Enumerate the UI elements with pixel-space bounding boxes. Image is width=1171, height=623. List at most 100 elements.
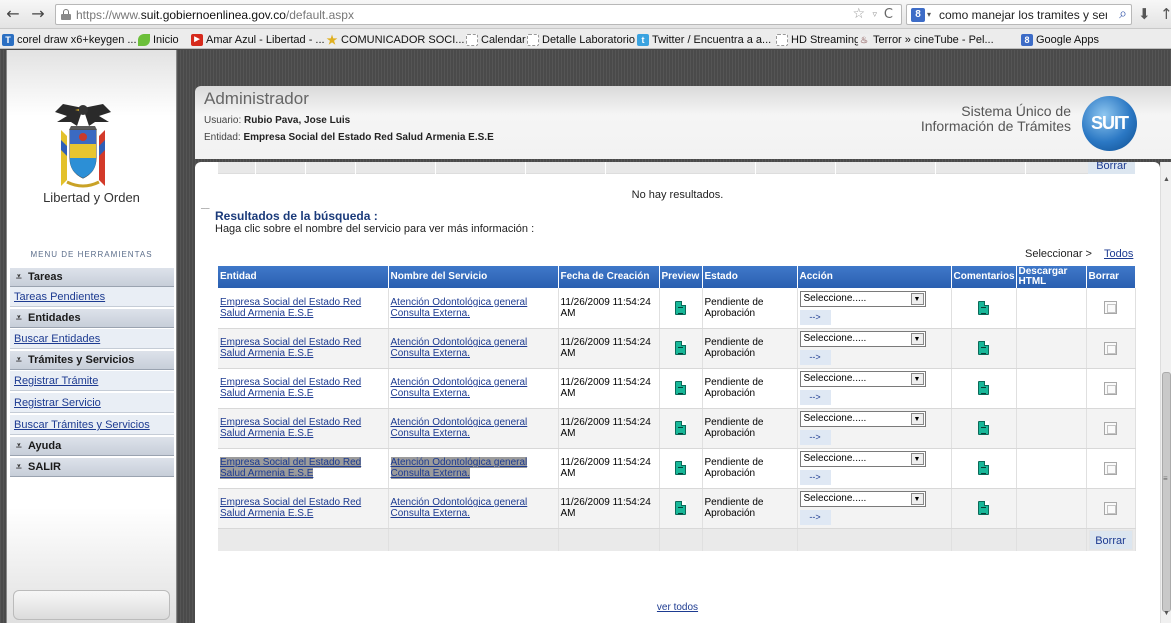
preview-document-icon[interactable] (675, 300, 686, 315)
go-button[interactable]: --> (799, 350, 831, 365)
preview-document-icon[interactable] (675, 421, 686, 435)
go-button[interactable]: --> (799, 430, 831, 445)
entidad-link[interactable]: Empresa Social del Estado Red Salud Arme… (220, 417, 361, 439)
column-header-estado[interactable]: Estado (702, 266, 798, 288)
bookmark-item[interactable]: 8 Google Apps (1021, 32, 1099, 47)
entidad-cell: Empresa Social del Estado Red Salud Arme… (218, 328, 389, 369)
bookmark-item[interactable]: Detalle Laboratorio (527, 32, 635, 47)
dropdown-arrow-icon[interactable]: ▼ (910, 292, 924, 305)
delete-checkbox-icon[interactable] (1104, 461, 1117, 475)
servicio-link[interactable]: Atención Odontológica general Consulta E… (391, 377, 528, 399)
forward-button[interactable]: → (27, 4, 49, 24)
bookmark-star-icon[interactable]: ☆ (852, 6, 865, 22)
scroll-down-arrow-icon[interactable]: ▼ (1163, 610, 1170, 617)
entidad-link[interactable]: Empresa Social del Estado Red Salud Arme… (220, 377, 361, 399)
go-button[interactable]: --> (799, 470, 831, 485)
go-button[interactable]: --> (799, 510, 831, 525)
scrollbar-thumb[interactable] (1162, 372, 1171, 612)
entidad-link[interactable]: Empresa Social del Estado Red Salud Arme… (220, 497, 361, 519)
preview-document-icon[interactable] (675, 501, 686, 515)
comments-document-icon[interactable] (978, 461, 989, 475)
menu-item-buscar-entidades[interactable]: Buscar Entidades (10, 329, 174, 349)
column-header-servicio[interactable]: Nombre del Servicio (388, 266, 559, 288)
select-all-link[interactable]: Todos (1104, 248, 1133, 260)
bookmark-item[interactable]: HD Streaming (776, 32, 860, 47)
action-select[interactable]: Seleccione..... ▼ (799, 491, 926, 507)
delete-checkbox-icon[interactable] (1104, 421, 1117, 435)
comments-document-icon[interactable] (978, 421, 989, 435)
action-select[interactable]: Seleccione..... ▼ (799, 371, 926, 387)
dropdown-arrow-icon[interactable]: ▼ (910, 333, 924, 345)
servicio-link[interactable]: Atención Odontológica general Consulta E… (391, 417, 528, 439)
action-select[interactable]: Seleccione..... ▼ (799, 411, 926, 427)
go-button[interactable]: --> (799, 390, 831, 405)
menu-section-salir[interactable]: ⩡ SALIR (10, 457, 174, 477)
bookmark-item[interactable]: Inicio (138, 32, 179, 47)
servicio-link[interactable]: Atención Odontológica general Consulta E… (391, 297, 528, 319)
go-button[interactable]: --> (799, 309, 831, 325)
coat-of-arms-icon (55, 104, 111, 188)
bookmark-item[interactable]: Calendar (466, 32, 526, 47)
menu-section-tareas[interactable]: ⩡ Tareas (10, 267, 174, 287)
search-icon[interactable]: ⌕ (1119, 6, 1127, 22)
search-input[interactable]: como manejar los tramites y servic (939, 8, 1107, 22)
arrow-up-icon[interactable]: ↑ (1160, 5, 1171, 23)
bookmark-item[interactable]: ★ COMUNICADOR SOCI... (326, 32, 465, 47)
entidad-link[interactable]: Empresa Social del Estado Red Salud Arme… (220, 337, 361, 359)
action-select[interactable]: Seleccione..... ▼ (799, 331, 926, 347)
search-engine-dropdown-icon[interactable]: ▾ (927, 10, 931, 19)
entidad-link[interactable]: Empresa Social del Estado Red Salud Arme… (220, 457, 362, 479)
delete-button[interactable]: Borrar (1088, 529, 1133, 550)
preview-document-icon[interactable] (675, 461, 686, 475)
url-bar[interactable]: https://www.suit.gobiernoenlinea.gov.co/… (55, 4, 902, 25)
chevron-down-icon: ⩡ (16, 462, 22, 473)
google-icon[interactable]: 8 (911, 8, 925, 22)
delete-checkbox-icon[interactable] (1104, 301, 1117, 315)
entidad-link[interactable]: Empresa Social del Estado Red Salud Arme… (220, 297, 361, 319)
menu-section-entidades[interactable]: ⩡ Entidades (10, 308, 174, 328)
preview-document-icon[interactable] (675, 341, 686, 355)
page-scrollbar[interactable]: ▲ ≡ ▼ (1160, 162, 1171, 623)
bookmark-item[interactable]: ♨ Terror » cineTube - Pel... (858, 32, 994, 47)
comments-document-icon[interactable] (978, 501, 989, 515)
bookmark-item[interactable]: Tcorel draw x6+keygen ... (2, 32, 137, 47)
dropdown-arrow-icon[interactable]: ▼ (910, 413, 924, 425)
delete-checkbox-icon[interactable] (1104, 341, 1117, 355)
action-select[interactable]: Seleccione..... ▼ (799, 290, 926, 307)
reload-icon[interactable]: C (884, 7, 893, 22)
bookmark-item[interactable]: ▶ Amar Azul - Libertad - ... (191, 32, 325, 47)
dropdown-arrow-icon[interactable]: ▼ (910, 453, 924, 465)
dropdown-arrow-icon[interactable]: ▼ (910, 493, 924, 505)
delete-button-top[interactable]: Borrar (1088, 162, 1135, 174)
back-button[interactable]: ← (2, 4, 24, 24)
servicio-link[interactable]: Atención Odontológica general Consulta E… (391, 337, 528, 359)
action-select-value: Seleccione..... (803, 493, 867, 504)
delete-checkbox-icon[interactable] (1104, 381, 1117, 395)
comments-document-icon[interactable] (978, 300, 989, 315)
url-history-dropdown-icon[interactable]: ▿ (872, 9, 877, 20)
menu-item-registrar-tramite[interactable]: Registrar Trámite (10, 371, 174, 391)
bookmark-item[interactable]: t Twitter / Encuentra a a... (637, 32, 771, 47)
menu-item-tareas-pendientes[interactable]: Tareas Pendientes (10, 287, 174, 307)
comments-document-icon[interactable] (978, 341, 989, 355)
menu-item-registrar-servicio[interactable]: Registrar Servicio (10, 393, 174, 413)
column-header-entidad[interactable]: Entidad (218, 266, 389, 288)
entidad-cell: Empresa Social del Estado Red Salud Arme… (218, 368, 389, 409)
menu-section-tramites[interactable]: ⩡ Trámites y Servicios (10, 350, 174, 370)
column-header-fecha[interactable]: Fecha de Creación (558, 266, 660, 288)
download-icon[interactable]: ⬇ (1138, 5, 1151, 23)
servicio-cell: Atención Odontológica general Consulta E… (388, 408, 559, 449)
servicio-link[interactable]: Atención Odontológica general Consulta E… (391, 497, 528, 519)
view-all-link[interactable]: ver todos (195, 602, 1160, 613)
scroll-up-arrow-icon[interactable]: ▲ (1163, 176, 1170, 183)
url-text[interactable]: https://www.suit.gobiernoenlinea.gov.co/… (76, 8, 354, 22)
delete-checkbox-icon[interactable] (1104, 501, 1117, 515)
comments-document-icon[interactable] (978, 381, 989, 395)
preview-document-icon[interactable] (675, 381, 686, 395)
dropdown-arrow-icon[interactable]: ▼ (910, 373, 924, 385)
servicio-link[interactable]: Atención Odontológica general Consulta E… (390, 457, 528, 479)
action-select[interactable]: Seleccione..... ▼ (799, 451, 926, 467)
search-box[interactable]: 8 ▾ como manejar los tramites y servic ⌕ (906, 4, 1132, 25)
menu-item-buscar-tramites[interactable]: Buscar Trámites y Servicios (10, 415, 174, 435)
menu-section-ayuda[interactable]: ⩡ Ayuda (10, 436, 174, 456)
